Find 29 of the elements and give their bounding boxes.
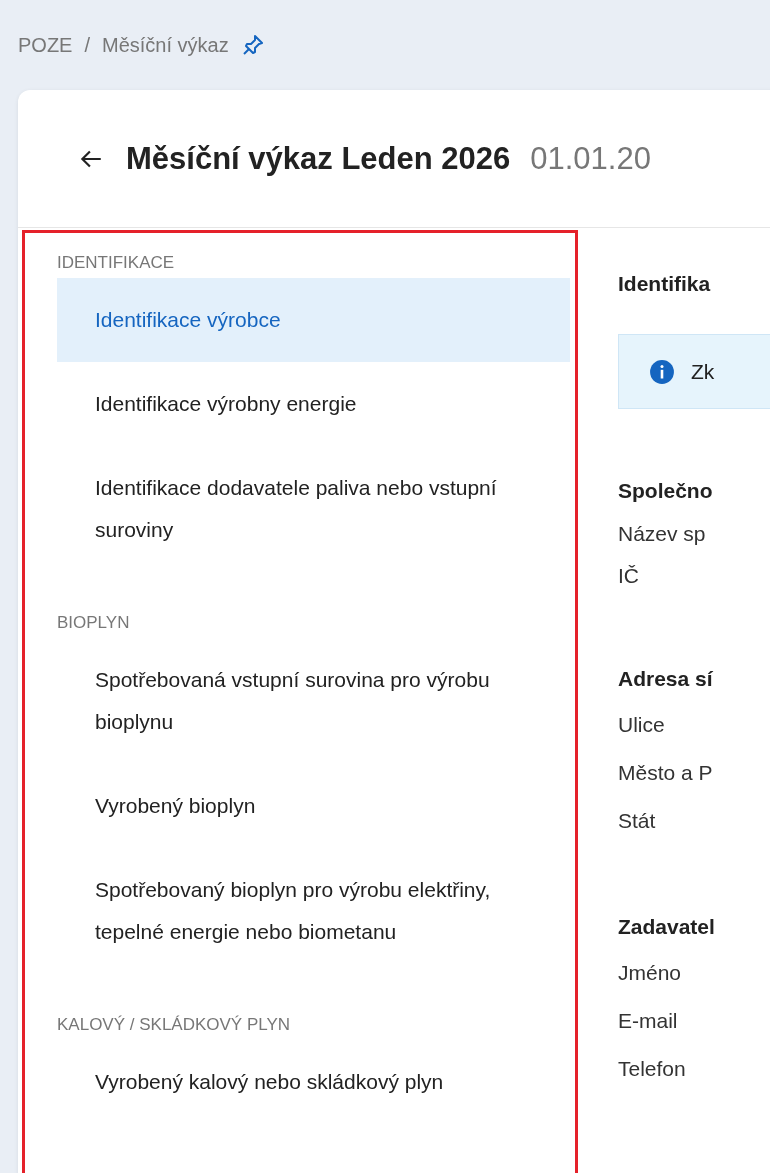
nav-item[interactable]: Spotřebovaná vstupní surovina pro výrobu bioplynu: [57, 638, 570, 764]
info-icon: [649, 358, 675, 385]
group-heading: Zadavatel: [618, 914, 716, 940]
field-label: Název sp: [618, 521, 707, 547]
group-heading: Společno: [618, 478, 714, 504]
section-label: BIOPLYN: [57, 612, 131, 634]
field-label: Telefon: [618, 1056, 687, 1082]
group-heading: Adresa sí: [618, 666, 714, 692]
breadcrumb-separator: /: [84, 33, 90, 57]
nav-item[interactable]: Vyrobený kalový nebo skládkový plyn: [57, 1040, 570, 1124]
page-title: Měsíční výkaz Leden 2026: [126, 140, 511, 177]
section-label: KALOVÝ / SKLÁDKOVÝ PLYN: [57, 1014, 292, 1036]
report-date: 01.01.20: [530, 140, 651, 177]
notice-text: Zk: [691, 359, 715, 384]
breadcrumb-link[interactable]: Měsíční výkaz: [102, 33, 229, 57]
field-label: Stát: [618, 808, 657, 834]
nav-item[interactable]: Identifikace dodavatele paliva nebo vstupní suroviny: [57, 446, 570, 572]
breadcrumb-link[interactable]: POZE: [18, 33, 73, 57]
field-label: Jméno: [618, 960, 683, 986]
field-label: Město a P: [618, 760, 714, 786]
field-label: E-mail: [618, 1008, 679, 1034]
section-title: Identifika: [618, 271, 712, 297]
nav-item[interactable]: Vyrobený bioplyn: [57, 764, 570, 848]
section-label: IDENTIFIKACE: [57, 252, 176, 274]
nav-item[interactable]: Identifikace výrobny energie: [57, 362, 570, 446]
nav-item[interactable]: Spotřebovaný bioplyn pro výrobu elektřiny, tepelné energie nebo biometanu: [57, 848, 570, 974]
field-label: IČ: [618, 563, 640, 589]
field-label: Ulice: [618, 712, 666, 738]
nav-item[interactable]: Identifikace výrobce: [57, 278, 570, 362]
